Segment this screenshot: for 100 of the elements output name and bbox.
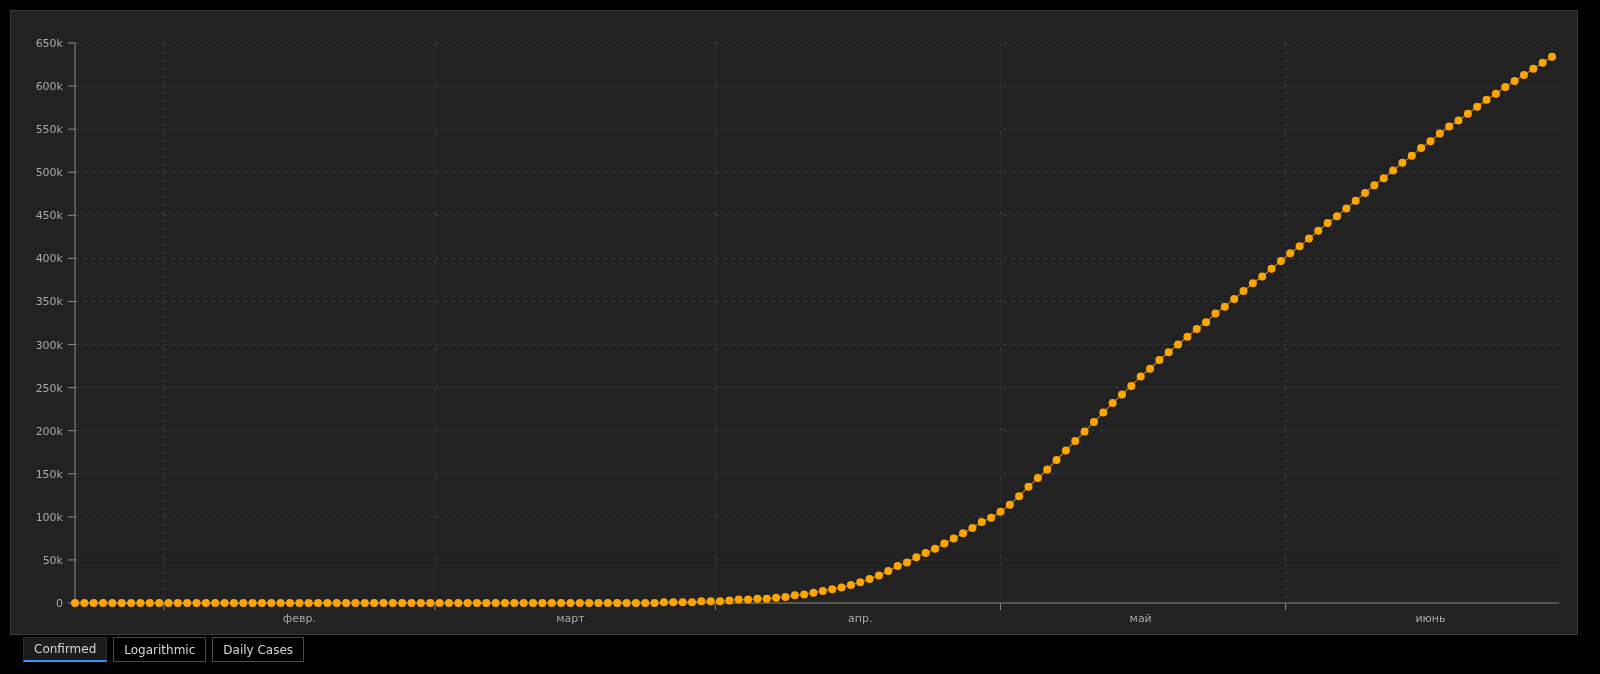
data-point — [987, 513, 996, 522]
data-point — [1220, 302, 1229, 311]
data-point — [1033, 474, 1042, 483]
data-point — [1529, 64, 1538, 73]
data-point — [1519, 70, 1528, 79]
data-point — [678, 598, 687, 607]
data-point — [1089, 418, 1098, 427]
data-point — [781, 592, 790, 601]
data-point — [659, 598, 668, 607]
data-point — [1192, 325, 1201, 334]
axis-label: март — [556, 612, 585, 625]
data-point — [968, 524, 977, 533]
data-point — [1146, 364, 1155, 373]
data-point — [1426, 137, 1435, 146]
data-point — [790, 591, 799, 600]
data-point — [1473, 102, 1482, 111]
data-point — [809, 588, 818, 597]
axis-label: 400k — [35, 252, 63, 266]
data-point — [1024, 482, 1033, 491]
axis-label: февр. — [282, 612, 316, 625]
data-point — [1323, 219, 1332, 228]
data-point — [1501, 82, 1510, 91]
data-point — [1510, 76, 1519, 85]
data-point — [1202, 318, 1211, 327]
tab[interactable]: Confirmed — [23, 637, 108, 662]
data-point — [1417, 144, 1426, 153]
data-point — [1248, 279, 1257, 288]
data-point — [1342, 204, 1351, 213]
axis-label: 450k — [35, 209, 63, 223]
tab[interactable]: Daily Cases — [212, 637, 305, 662]
data-point — [1015, 492, 1024, 501]
data-point — [1454, 116, 1463, 125]
data-point — [744, 595, 753, 604]
data-point — [1407, 151, 1416, 160]
axis-label: 250k — [35, 381, 63, 395]
data-point — [818, 586, 827, 595]
axis-label: 150k — [35, 467, 63, 481]
data-point — [1267, 264, 1276, 273]
data-point — [725, 596, 734, 605]
data-point — [1491, 89, 1500, 98]
data-point — [706, 597, 715, 606]
data-point — [893, 561, 902, 570]
data-point — [828, 585, 837, 594]
axis-label: май — [1129, 612, 1152, 625]
data-point — [1538, 58, 1547, 67]
axis-label: апр. — [848, 612, 873, 625]
data-point — [1398, 158, 1407, 167]
data-point — [996, 507, 1005, 516]
axis-label: 200k — [35, 424, 63, 438]
data-point — [1174, 340, 1183, 349]
data-point — [1276, 256, 1285, 265]
axis-label: 550k — [35, 123, 63, 137]
data-point — [1239, 287, 1248, 296]
data-point — [856, 578, 865, 587]
axis-label: 100k — [35, 510, 63, 524]
axis-label: 600k — [35, 80, 63, 94]
data-point — [874, 571, 883, 580]
data-point — [669, 598, 678, 607]
axis-label: 350k — [35, 295, 63, 309]
data-point — [931, 544, 940, 553]
data-point — [1258, 272, 1267, 281]
axis-label: 300k — [35, 338, 63, 352]
data-point — [800, 590, 809, 599]
data-point — [940, 539, 949, 548]
data-point — [1183, 332, 1192, 341]
data-point — [949, 534, 958, 543]
data-point — [1435, 129, 1444, 138]
axis-label: 50k — [42, 553, 63, 567]
axis-label: 0 — [56, 597, 63, 610]
data-point — [1005, 500, 1014, 509]
data-point — [921, 549, 930, 558]
axis-label: 650k — [35, 37, 63, 50]
data-point — [734, 595, 743, 604]
data-point — [1286, 249, 1295, 258]
data-point — [1071, 437, 1080, 446]
data-point — [1099, 408, 1108, 417]
data-point — [1043, 465, 1052, 474]
data-point — [1314, 226, 1323, 235]
data-point — [1136, 372, 1145, 381]
data-point — [1211, 309, 1220, 318]
data-point — [884, 567, 893, 576]
data-point — [1361, 188, 1370, 197]
data-point — [1389, 166, 1398, 175]
data-point — [1351, 196, 1360, 205]
data-point — [1463, 109, 1472, 118]
data-point — [1230, 294, 1239, 303]
data-point — [1155, 356, 1164, 365]
data-point — [1108, 399, 1117, 408]
data-point — [1304, 234, 1313, 243]
data-point — [1080, 427, 1089, 436]
data-point — [1164, 348, 1173, 357]
data-point — [772, 593, 781, 602]
data-point — [1370, 181, 1379, 190]
data-point — [753, 594, 762, 603]
axis-label: 500k — [35, 166, 63, 180]
data-point — [762, 594, 771, 603]
data-point — [959, 529, 968, 538]
tab[interactable]: Logarithmic — [113, 637, 207, 662]
data-point — [1127, 381, 1136, 390]
data-point — [1482, 95, 1491, 104]
